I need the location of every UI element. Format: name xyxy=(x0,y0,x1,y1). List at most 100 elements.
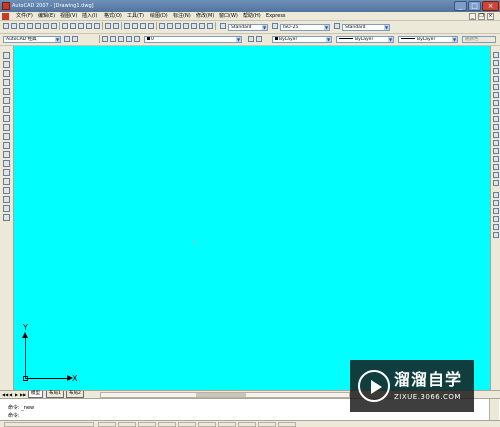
cut-icon[interactable] xyxy=(62,23,68,29)
point-icon[interactable] xyxy=(3,169,10,176)
layer-freeze-icon[interactable] xyxy=(118,36,124,42)
rectangle-icon[interactable] xyxy=(3,88,10,95)
zoom-window-icon[interactable] xyxy=(140,23,146,29)
offset-icon[interactable] xyxy=(493,76,499,82)
make-block-icon[interactable] xyxy=(3,160,10,167)
copy-icon[interactable] xyxy=(493,60,499,66)
menu-draw[interactable]: 绘图(D) xyxy=(150,13,168,20)
array-icon[interactable] xyxy=(493,84,499,90)
menu-modify[interactable]: 修改(M) xyxy=(196,13,214,20)
menu-file[interactable]: 文件(F) xyxy=(16,13,33,20)
erase-icon[interactable] xyxy=(493,52,499,58)
arc-icon[interactable] xyxy=(3,97,10,104)
save-icon[interactable] xyxy=(19,23,25,29)
command-scrollbar[interactable] xyxy=(489,399,499,420)
text-style-icon[interactable] xyxy=(220,23,226,29)
rotate-icon[interactable] xyxy=(493,100,499,106)
menu-dimension[interactable]: 标注(N) xyxy=(173,13,191,20)
send-under-icon[interactable] xyxy=(493,224,499,230)
circle-icon[interactable] xyxy=(3,106,10,113)
break-at-point-icon[interactable] xyxy=(493,140,499,146)
join-icon[interactable] xyxy=(493,156,499,162)
document-restore-button[interactable]: ❐ xyxy=(478,13,485,20)
tab-layout2[interactable]: 布局2 xyxy=(66,391,84,398)
layer-select[interactable]: 0 ▼ xyxy=(144,36,242,43)
zoom-previous-icon[interactable] xyxy=(148,23,154,29)
dyn-toggle[interactable] xyxy=(238,422,256,427)
dim-style-icon[interactable] xyxy=(272,23,278,29)
osnap-toggle[interactable] xyxy=(178,422,196,427)
layer-manager-icon[interactable] xyxy=(102,36,108,42)
send-to-back-icon[interactable] xyxy=(493,208,499,214)
maximize-button[interactable]: □ xyxy=(468,1,481,11)
zoom-realtime-icon[interactable] xyxy=(132,23,138,29)
command-prompt[interactable]: 命令: xyxy=(8,413,20,419)
draw-order-icon[interactable] xyxy=(493,192,499,198)
workspace-select[interactable]: AutoCAD 经典 ▼ xyxy=(3,36,61,43)
close-button[interactable]: × xyxy=(482,1,499,11)
3d-dwf-icon[interactable] xyxy=(51,23,57,29)
properties-icon[interactable] xyxy=(159,23,165,29)
mirror-icon[interactable] xyxy=(493,68,499,74)
extend-icon[interactable] xyxy=(493,132,499,138)
lineweight-select[interactable]: ByLayer ▼ xyxy=(398,36,458,43)
workspace-settings-icon[interactable] xyxy=(64,36,70,42)
minimize-button[interactable]: _ xyxy=(454,1,467,11)
menu-express[interactable]: Express xyxy=(266,13,286,20)
ducs-toggle[interactable] xyxy=(218,422,236,427)
table-style-icon[interactable] xyxy=(334,23,340,29)
redo-icon[interactable] xyxy=(113,23,119,29)
open-icon[interactable] xyxy=(11,23,17,29)
revision-cloud-icon[interactable] xyxy=(3,115,10,122)
help-icon[interactable] xyxy=(207,23,213,29)
paste-icon[interactable] xyxy=(78,23,84,29)
table-icon[interactable] xyxy=(3,205,10,212)
plot-preview-icon[interactable] xyxy=(35,23,41,29)
break-icon[interactable] xyxy=(493,148,499,154)
undo-icon[interactable] xyxy=(105,23,111,29)
scale-icon[interactable] xyxy=(493,108,499,114)
line-icon[interactable] xyxy=(3,52,10,59)
drawing-canvas[interactable]: Y X xyxy=(14,46,490,390)
design-center-icon[interactable] xyxy=(167,23,173,29)
region-icon[interactable] xyxy=(3,196,10,203)
polyline-icon[interactable] xyxy=(3,70,10,77)
stretch-icon[interactable] xyxy=(493,116,499,122)
grid-toggle[interactable] xyxy=(118,422,136,427)
gradient-icon[interactable] xyxy=(3,187,10,194)
chamfer-icon[interactable] xyxy=(493,164,499,170)
dim-style-select[interactable]: ISO-25 ▼ xyxy=(280,24,330,31)
multiline-text-icon[interactable] xyxy=(3,214,10,221)
insert-block-icon[interactable] xyxy=(3,151,10,158)
ellipse-icon[interactable] xyxy=(3,133,10,140)
menu-insert[interactable]: 插入(I) xyxy=(82,13,97,20)
construction-line-icon[interactable] xyxy=(3,61,10,68)
document-close-button[interactable]: × xyxy=(487,13,494,20)
plot-style-select[interactable]: 随颜色 xyxy=(462,36,496,43)
fillet-icon[interactable] xyxy=(493,172,499,178)
new-icon[interactable] xyxy=(3,23,9,29)
tab-model[interactable]: 模型 xyxy=(28,391,43,398)
make-object-layer-current-icon[interactable] xyxy=(248,36,254,42)
tool-palettes-icon[interactable] xyxy=(175,23,181,29)
lineweight-toggle[interactable] xyxy=(258,422,276,427)
first-tab-button[interactable]: ◀◀ xyxy=(2,392,8,397)
hatch-icon[interactable] xyxy=(3,178,10,185)
bring-above-icon[interactable] xyxy=(493,216,499,222)
sheet-set-icon[interactable] xyxy=(183,23,189,29)
color-select[interactable]: ByLayer ▼ xyxy=(272,36,332,43)
move-icon[interactable] xyxy=(493,92,499,98)
explode-icon[interactable] xyxy=(493,180,499,186)
last-tab-button[interactable]: ▶▶ xyxy=(20,392,26,397)
ortho-toggle[interactable] xyxy=(138,422,156,427)
layer-previous-icon[interactable] xyxy=(256,36,262,42)
workspace-save-icon[interactable] xyxy=(72,36,78,42)
previous-tab-button[interactable]: ◀ xyxy=(8,392,13,397)
snap-toggle[interactable] xyxy=(98,422,116,427)
menu-edit[interactable]: 编辑(E) xyxy=(38,13,55,20)
spline-icon[interactable] xyxy=(3,124,10,131)
linetype-select[interactable]: ByLayer ▼ xyxy=(336,36,394,43)
publish-icon[interactable] xyxy=(43,23,49,29)
scrollbar-thumb[interactable] xyxy=(196,393,246,397)
autocad-app-icon[interactable] xyxy=(2,2,10,10)
